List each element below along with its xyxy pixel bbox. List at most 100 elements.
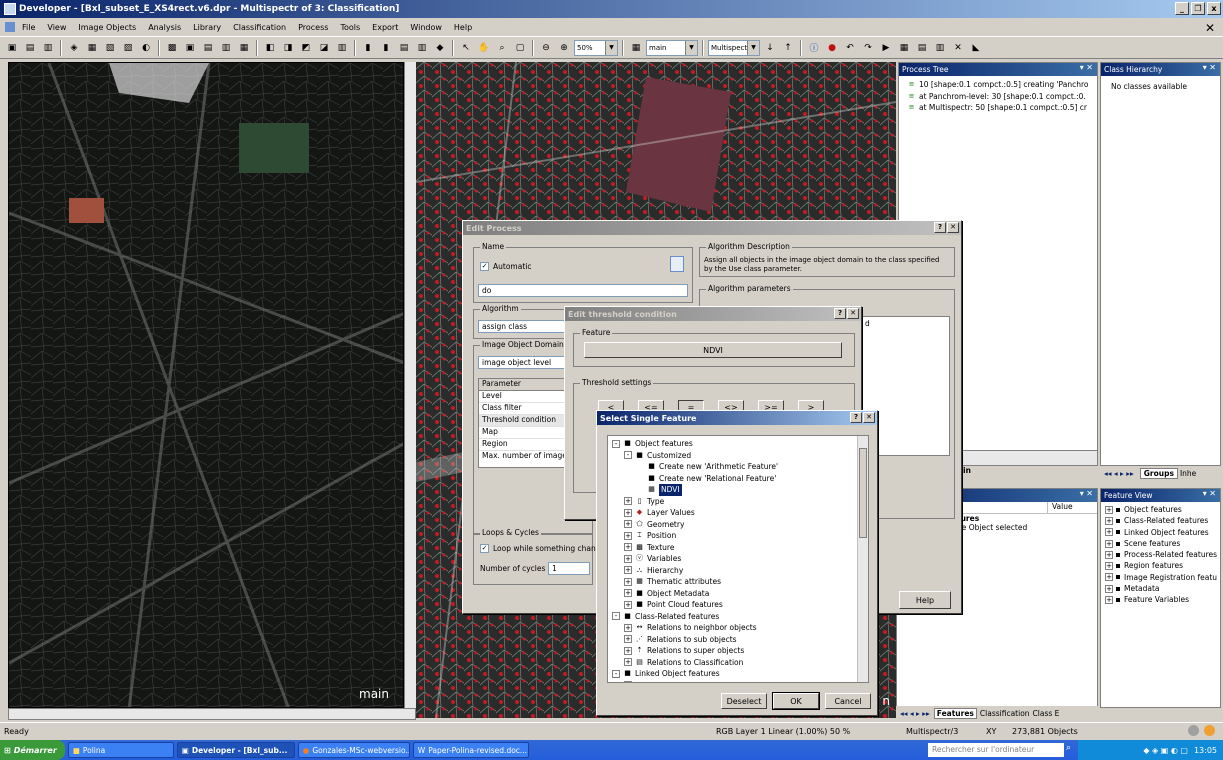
taskbar-item-browser[interactable]: ● Gonzales-MSc-webversio... [297, 742, 410, 758]
close-icon[interactable]: ✕ [863, 412, 875, 423]
close-icon[interactable]: ✕ [947, 222, 959, 233]
level-down-icon[interactable]: ↓ [762, 39, 778, 56]
expand-icon[interactable]: + [624, 543, 632, 552]
run-icon[interactable]: ▶ [878, 39, 894, 56]
feature-item[interactable]: + ⇡ Relations to super objects [612, 645, 868, 657]
feature-item[interactable]: + ▦ Thematic attributes [612, 576, 868, 588]
feature-item[interactable]: + ⌶ Position [612, 530, 868, 542]
feature-view-item[interactable]: + Class-Related features [1105, 515, 1220, 526]
close-icon[interactable]: ▾ ✕ [1080, 63, 1093, 72]
tray-icons[interactable]: ◆ ◈ ▣ ◐ ▢ [1143, 746, 1188, 755]
process-tree-icon[interactable]: ▦ [896, 39, 912, 56]
zoom-in-icon[interactable]: ⊕ [556, 39, 572, 56]
name-field[interactable]: do [478, 284, 688, 297]
feature-item[interactable]: ■ Create new 'Relational Feature' [612, 473, 868, 485]
close-button[interactable]: x [1207, 2, 1221, 15]
minimize-button[interactable]: _ [1175, 2, 1189, 15]
feature-view-icon[interactable]: ▥ [932, 39, 948, 56]
close-icon[interactable]: ▾ ✕ [1203, 489, 1216, 498]
feature-item[interactable]: - ■ Customized [612, 450, 868, 462]
new-project-icon[interactable]: ▣ [4, 39, 20, 56]
feature-item-selected[interactable]: ▦ NDVI [612, 484, 868, 496]
left-view-scrollbar[interactable] [404, 62, 416, 708]
restore-button[interactable]: ❐ [1191, 2, 1205, 15]
close-icon[interactable]: ✕ [847, 308, 859, 319]
process-item[interactable]: ≡ 10 [shape:0.1 compct.:0.5] creating 'Pa… [907, 79, 1095, 91]
chart-icon[interactable]: ◣ [968, 39, 984, 56]
menu-image-objects[interactable]: Image Objects [72, 23, 142, 32]
expand-icon[interactable]: + [624, 566, 632, 575]
feature-item[interactable]: + ⓥ Variables [612, 553, 868, 565]
workspace-icon[interactable]: ◈ [66, 39, 82, 56]
feature-view-item[interactable]: + Object features [1105, 504, 1220, 515]
taskbar-item-developer[interactable]: ▣ Developer - [Bxl_sub... [176, 742, 295, 758]
ok-button[interactable]: OK [772, 692, 820, 710]
expand-icon[interactable]: + [624, 658, 632, 667]
layout-2-icon[interactable]: ▮ [378, 39, 394, 56]
menu-export[interactable]: Export [366, 23, 404, 32]
collapse-icon[interactable]: - [612, 439, 620, 448]
view-2-icon[interactable]: ▣ [182, 39, 198, 56]
expand-icon[interactable]: + [624, 520, 632, 529]
feature-item[interactable]: + ⛬ Hierarchy [612, 565, 868, 577]
start-button[interactable]: ⊞ Démarrer [0, 740, 65, 760]
expand-icon[interactable]: + [624, 589, 632, 598]
class-hierarchy-icon[interactable]: ▤ [914, 39, 930, 56]
taskbar-item-word[interactable]: W Paper-Polina-revised.doc... [412, 742, 529, 758]
zoom-window-icon[interactable]: ▢ [512, 39, 528, 56]
menu-analysis[interactable]: Analysis [142, 23, 187, 32]
level-up-icon[interactable]: ↑ [780, 39, 796, 56]
deselect-button[interactable]: Deselect [721, 693, 767, 709]
expand-icon[interactable]: + [624, 554, 632, 563]
expand-icon[interactable]: + [624, 497, 632, 506]
map-icon[interactable]: ▦ [628, 39, 644, 56]
redo-icon[interactable]: ↷ [860, 39, 876, 56]
menu-library[interactable]: Library [187, 23, 227, 32]
split-4-icon[interactable]: ◪ [316, 39, 332, 56]
feature-item[interactable]: + ■ Point Cloud features [612, 599, 868, 611]
expand-icon[interactable]: + [624, 681, 632, 682]
feature-item[interactable]: + ▩ Texture [612, 542, 868, 554]
help-icon[interactable]: ? [850, 412, 862, 423]
feature-item[interactable]: + ▯ Type [612, 496, 868, 508]
feature-item[interactable]: + ◆ Layer Values [612, 507, 868, 519]
automatic-checkbox[interactable]: ✓ [480, 262, 489, 271]
feature-item[interactable]: - ■ Linked Object features [612, 668, 868, 680]
save-project-icon[interactable]: ▥ [40, 39, 56, 56]
zoom-area-icon[interactable]: ⌕ [494, 39, 510, 56]
feature-item[interactable]: + ■ Object Metadata [612, 588, 868, 600]
close-icon[interactable]: ▾ ✕ [1203, 63, 1216, 72]
feature-item[interactable]: - ■ Object features [612, 438, 868, 450]
expand-icon[interactable]: + [624, 600, 632, 609]
split-5-icon[interactable]: ▥ [334, 39, 350, 56]
feature-view-item[interactable]: + Region features [1105, 560, 1220, 571]
feature-view-item[interactable]: + Process-Related features [1105, 549, 1220, 560]
expand-icon[interactable]: + [624, 646, 632, 655]
image-layers-icon[interactable]: ▨ [120, 39, 136, 56]
menu-file[interactable]: File [16, 23, 41, 32]
layout-4-icon[interactable]: ▥ [414, 39, 430, 56]
zoom-select[interactable]: 50% ▼ [574, 39, 618, 56]
feature-item[interactable]: + ⋰ Relations to sub objects [612, 634, 868, 646]
tab-class-evaluation[interactable]: Class E [1033, 709, 1060, 718]
feature-item[interactable]: - ■ Class-Related features [612, 611, 868, 623]
info-icon[interactable]: ⓘ [806, 39, 822, 56]
feature-item[interactable]: + ⬠ Geometry [612, 519, 868, 531]
expand-icon[interactable]: + [624, 531, 632, 540]
pointer-icon[interactable]: ↖ [458, 39, 474, 56]
left-view-hscrollbar[interactable] [8, 708, 416, 720]
view-3-icon[interactable]: ▤ [200, 39, 216, 56]
paint-icon[interactable]: ◆ [432, 39, 448, 56]
map-select[interactable]: main ▼ [646, 39, 698, 56]
tab-features[interactable]: Features [933, 707, 977, 719]
tab-inheritance[interactable]: Inhe [1180, 469, 1196, 478]
edit-name-icon[interactable] [670, 256, 684, 272]
nav-arrows-icon[interactable]: ◂◂ ◂ ▸ ▸▸ [1104, 469, 1134, 478]
feature-item[interactable]: + ↔ Relations to neighbor objects [612, 622, 868, 634]
cursor-info-icon[interactable]: ◐ [138, 39, 154, 56]
feature-view-item[interactable]: + Scene features [1105, 538, 1220, 549]
menu-help[interactable]: Help [448, 23, 478, 32]
feature-item[interactable]: + ▤ Relations to Classification [612, 657, 868, 669]
feature-view-item[interactable]: + Linked Object features [1105, 527, 1220, 538]
taskbar-item-folder[interactable]: ■ Polina [67, 742, 174, 758]
